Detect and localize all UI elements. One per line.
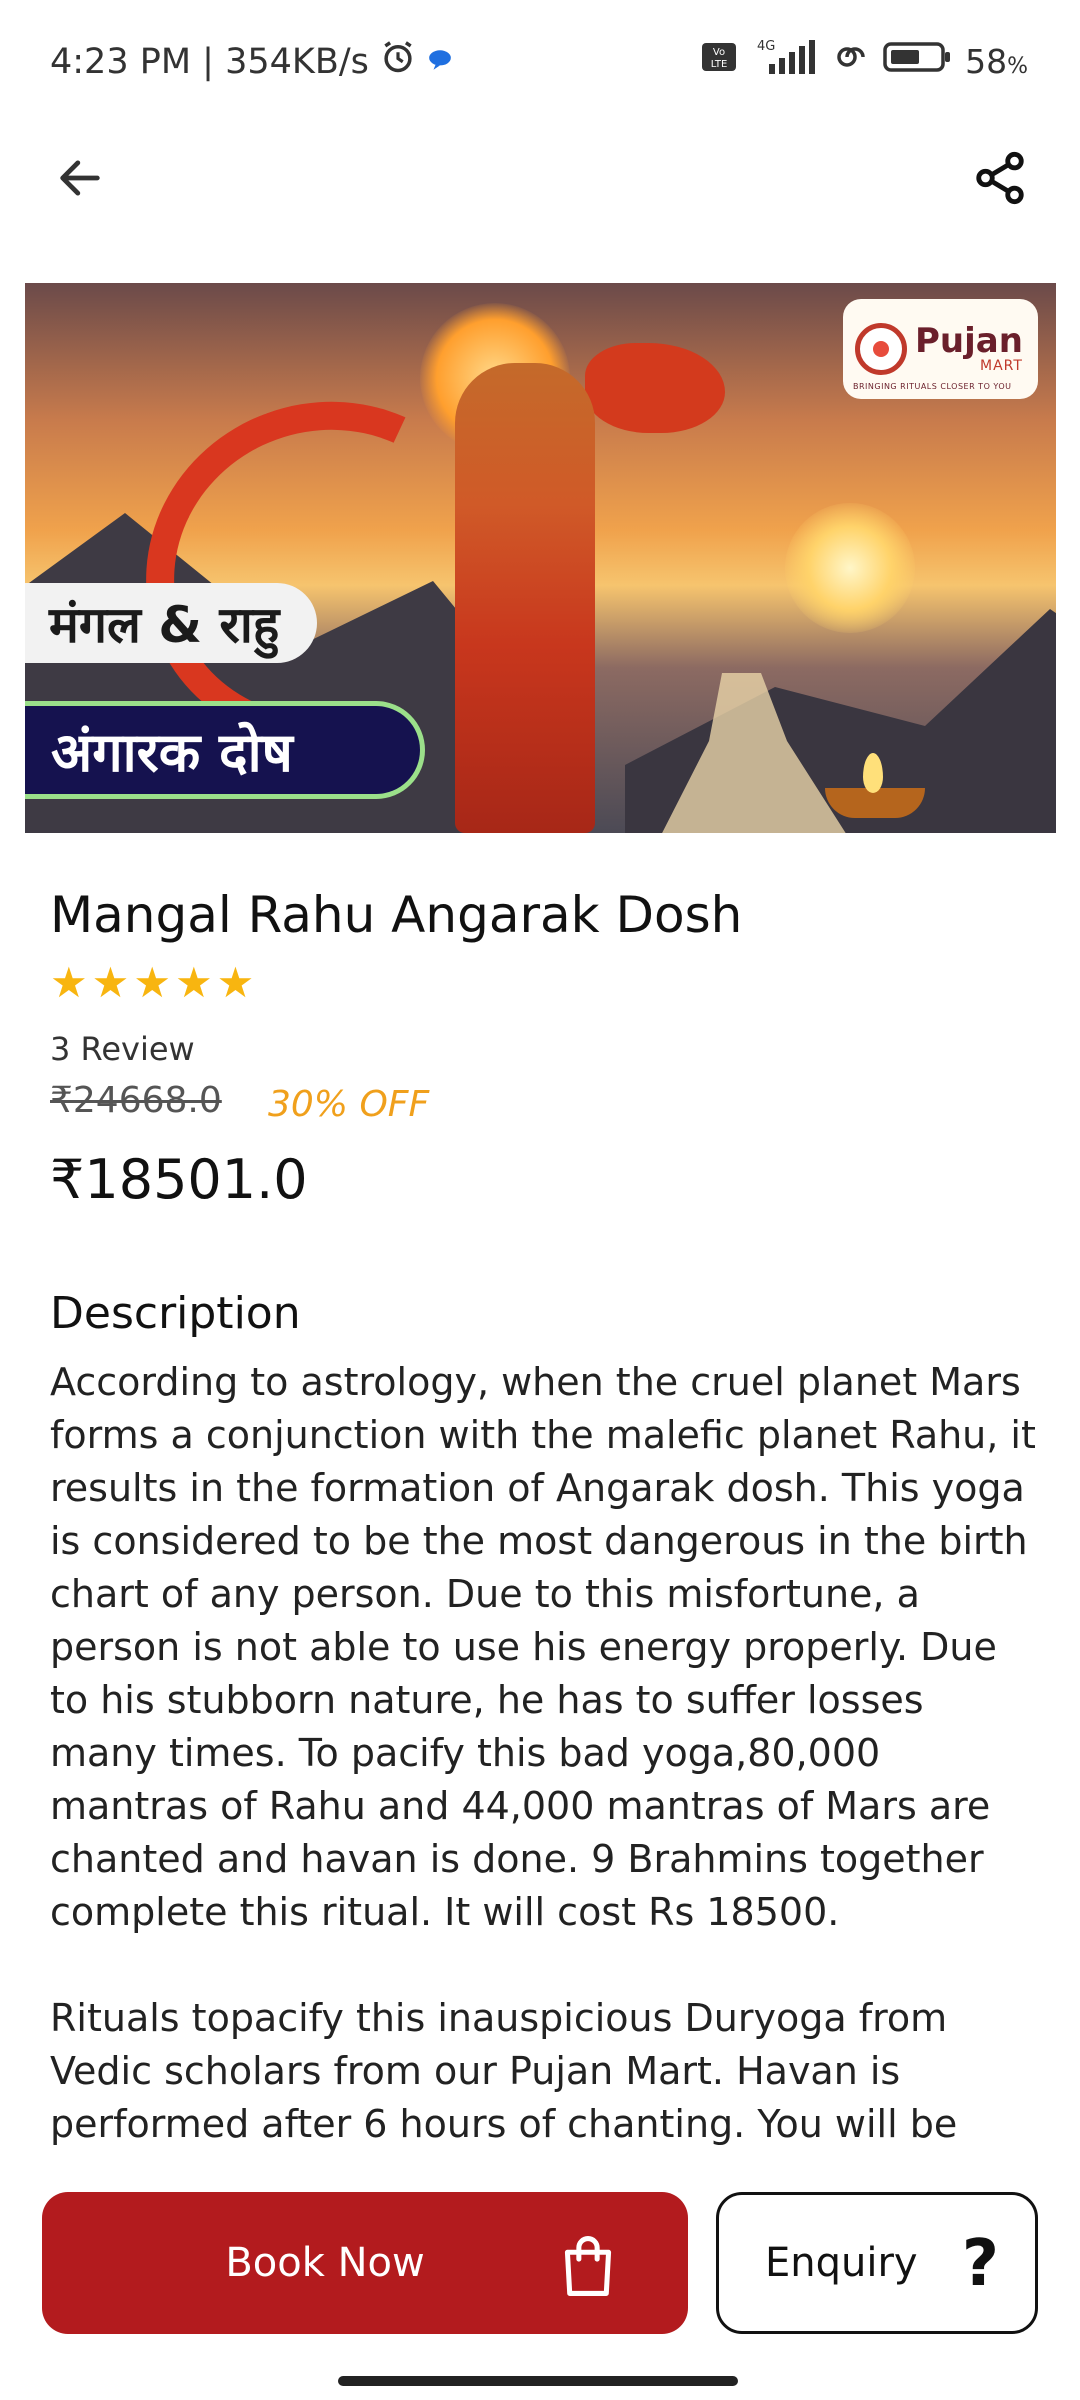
bottom-action-bar: Book Now Enquiry ? (0, 2150, 1080, 2400)
status-bar: 4:23 PM | 354KB/s Vo LTE 4G 58% (0, 0, 1080, 124)
logo-sub-text: MART (980, 358, 1023, 374)
battery-icon (883, 40, 953, 82)
logo-tagline: BRINGING RITUALS CLOSER TO YOU (853, 382, 1012, 391)
pujan-mart-logo: Pujan MART BRINGING RITUALS CLOSER TO YO… (843, 299, 1038, 399)
book-now-button[interactable]: Book Now (42, 2192, 688, 2334)
description-paragraph-1: According to astrology, when the cruel p… (50, 1360, 1036, 1934)
question-mark-icon: ? (961, 2227, 999, 2301)
product-title: Mangal Rahu Angarak Dosh (50, 886, 743, 944)
current-price: ₹18501.0 (50, 1148, 308, 1211)
review-count[interactable]: 3 Review (50, 1030, 195, 1068)
discount-label: 30% OFF (268, 1084, 430, 1125)
back-button[interactable] (40, 140, 120, 220)
banner-flame (863, 753, 883, 793)
banner-dragon-head (585, 343, 725, 433)
banner-sun (785, 503, 915, 633)
product-banner: Pujan MART BRINGING RITUALS CLOSER TO YO… (25, 283, 1056, 833)
star-icon: ★ (174, 958, 213, 1007)
hotspot-icon (831, 41, 871, 81)
description-body: According to astrology, when the cruel p… (50, 1356, 1040, 2150)
banner-deity-figure (455, 363, 595, 833)
banner-hindi-line-2: अंगारक दोष (25, 701, 425, 799)
signal-icon: 4G (749, 38, 819, 84)
star-icon: ★ (133, 958, 171, 1007)
svg-text:LTE: LTE (711, 59, 728, 70)
status-left: 4:23 PM | 354KB/s (50, 38, 453, 85)
logo-emblem-icon (855, 323, 907, 375)
star-icon: ★ (50, 958, 88, 1007)
network-label: 4G (757, 39, 775, 54)
share-button[interactable] (960, 140, 1040, 220)
enquiry-label: Enquiry (765, 2240, 918, 2286)
arrow-left-icon (54, 152, 106, 208)
description-heading: Description (50, 1288, 301, 1339)
banner-hindi-line-1: मंगल & राहु (25, 583, 318, 663)
battery-percent: 58% (965, 42, 1028, 81)
logo-main-text: Pujan (915, 321, 1023, 361)
star-icon: ★ (216, 958, 255, 1007)
star-icon: ★ (91, 958, 130, 1007)
volte-icon: Vo LTE (701, 41, 737, 81)
enquiry-button[interactable]: Enquiry ? (716, 2192, 1038, 2334)
shopping-bag-icon (560, 2234, 616, 2308)
description-paragraph-2: Rituals topacify this inauspicious Duryo… (50, 1996, 958, 2146)
status-time-speed: 4:23 PM | 354KB/s (50, 41, 369, 82)
book-now-label: Book Now (225, 2240, 425, 2286)
home-indicator[interactable] (338, 2376, 738, 2386)
original-price: ₹24668.0 (50, 1080, 222, 1121)
share-icon (971, 149, 1029, 211)
message-notification-icon (427, 42, 453, 82)
status-right: Vo LTE 4G 58% (701, 38, 1028, 84)
alarm-icon (379, 38, 417, 85)
svg-text:Vo: Vo (713, 47, 725, 58)
battery-unit: % (1007, 53, 1028, 79)
battery-value: 58 (965, 41, 1008, 81)
logo-text: Pujan MART (915, 324, 1023, 374)
rating-stars: ★ ★ ★ ★ ★ (50, 962, 254, 1004)
